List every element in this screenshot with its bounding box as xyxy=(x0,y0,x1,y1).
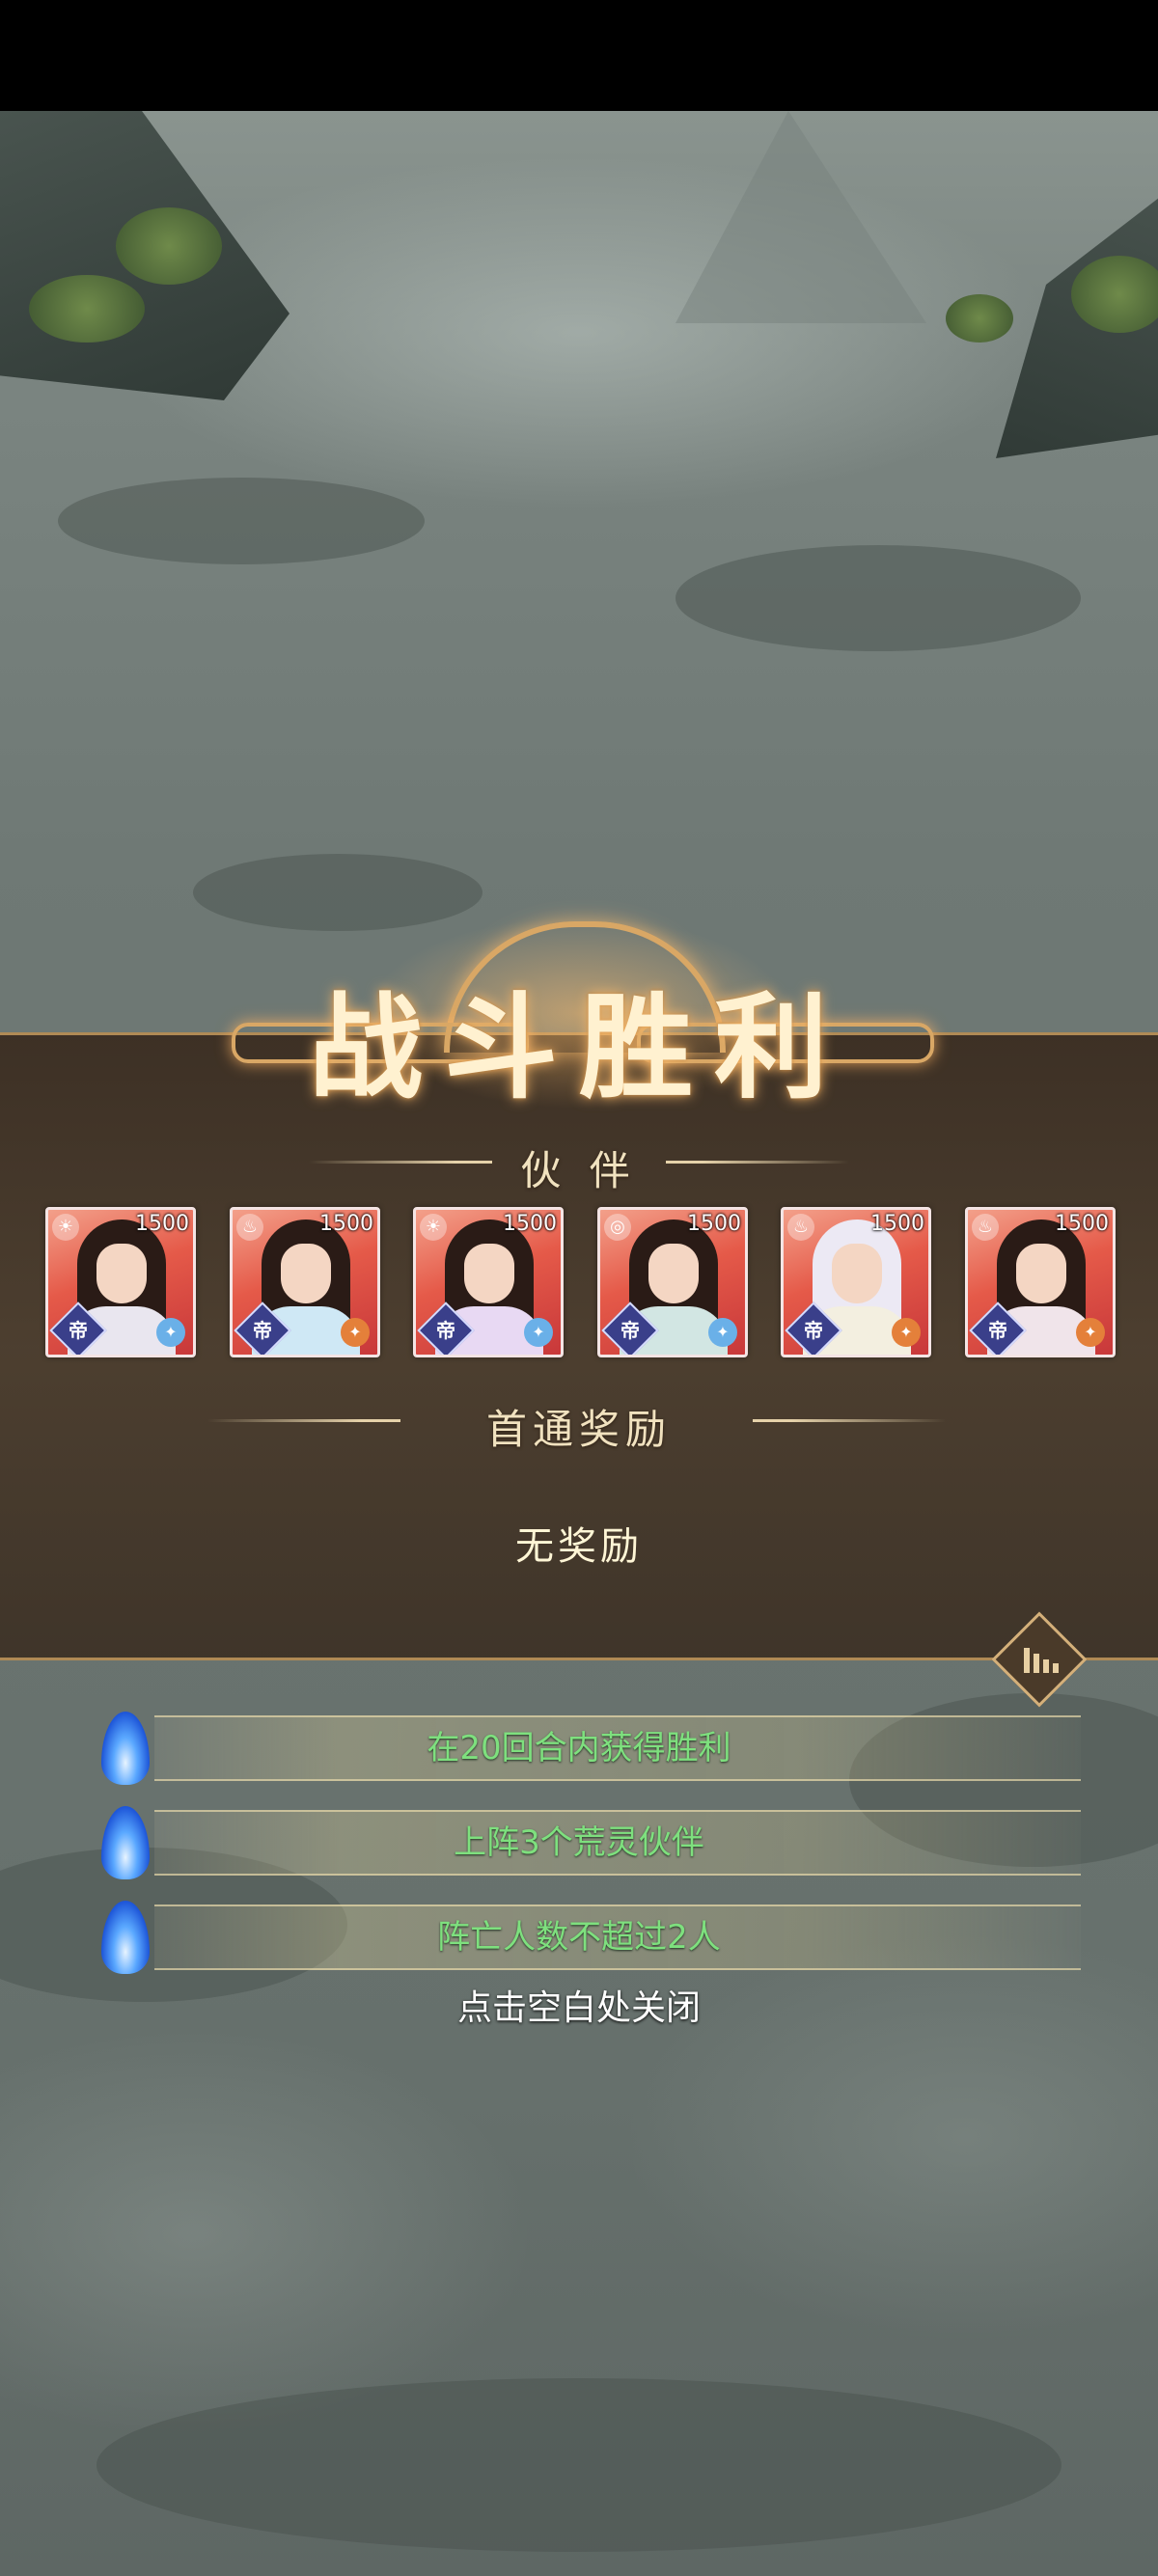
first-clear-heading: 首通奖励 xyxy=(485,1406,672,1453)
star-icon: ✦ xyxy=(524,1318,553,1347)
rock xyxy=(676,545,1081,651)
star-icon: ✦ xyxy=(892,1318,921,1347)
fire-icon: ♨ xyxy=(972,1214,999,1241)
rock xyxy=(96,2378,1062,2552)
portrait-face xyxy=(1016,1244,1066,1303)
victory-title: 战斗胜利 xyxy=(308,980,849,1114)
partner-card[interactable]: ♨ 1500 帝 ✦ xyxy=(965,1207,1116,1357)
power-value: 1500 xyxy=(319,1212,373,1236)
rank-label: 帝 xyxy=(253,1319,272,1342)
portrait-face xyxy=(464,1244,514,1303)
star-condition: 阵亡人数不超过2人 xyxy=(101,1901,1081,1974)
portrait-face xyxy=(281,1244,331,1303)
rank-label: 帝 xyxy=(804,1319,823,1342)
sun-icon: ☀ xyxy=(420,1214,447,1241)
rank-label: 帝 xyxy=(69,1319,88,1342)
star-icon: ✦ xyxy=(341,1318,370,1347)
rank-label: 帝 xyxy=(620,1319,640,1342)
rank-label: 帝 xyxy=(988,1319,1007,1342)
tree xyxy=(116,207,222,285)
partners-heading: 伙 伴 xyxy=(520,1147,638,1194)
star-icon: ✦ xyxy=(1076,1318,1105,1347)
rank-label: 帝 xyxy=(436,1319,455,1342)
star-icon: ✦ xyxy=(156,1318,185,1347)
power-value: 1500 xyxy=(1055,1212,1109,1236)
portrait-face xyxy=(832,1244,882,1303)
power-value: 1500 xyxy=(135,1212,189,1236)
partner-card-list: ☀ 1500 帝 ✦ ♨ 1500 帝 ✦ ☀ 1500 帝 ✦ ◎ 1500 … xyxy=(45,1207,1117,1357)
wind-icon: ◎ xyxy=(604,1214,631,1241)
tree xyxy=(1071,256,1158,333)
sun-icon: ☀ xyxy=(52,1214,79,1241)
condition-text: 阵亡人数不超过2人 xyxy=(437,1918,721,1957)
status-bar xyxy=(0,0,1158,111)
fire-icon: ♨ xyxy=(236,1214,263,1241)
star-condition: 在20回合内获得胜利 xyxy=(101,1712,1081,1785)
bar-chart-icon xyxy=(1020,1640,1059,1679)
portrait-face xyxy=(96,1244,147,1303)
star-condition: 上阵3个荒灵伙伴 xyxy=(101,1806,1081,1879)
partner-card[interactable]: ☀ 1500 帝 ✦ xyxy=(413,1207,564,1357)
condition-text: 上阵3个荒灵伙伴 xyxy=(454,1823,704,1862)
tree xyxy=(946,294,1013,343)
no-reward-text: 无奖励 xyxy=(515,1524,643,1569)
portrait-face xyxy=(648,1244,699,1303)
partner-card[interactable]: ◎ 1500 帝 ✦ xyxy=(597,1207,748,1357)
background-mountain xyxy=(676,111,926,323)
rock xyxy=(58,478,425,564)
power-value: 1500 xyxy=(870,1212,924,1236)
partner-card[interactable]: ♨ 1500 帝 ✦ xyxy=(781,1207,931,1357)
partner-card[interactable]: ☀ 1500 帝 ✦ xyxy=(45,1207,196,1357)
fire-icon: ♨ xyxy=(787,1214,814,1241)
tree xyxy=(29,275,145,343)
star-icon: ✦ xyxy=(708,1318,737,1347)
partner-card[interactable]: ♨ 1500 帝 ✦ xyxy=(230,1207,380,1357)
condition-text: 在20回合内获得胜利 xyxy=(427,1729,731,1768)
power-value: 1500 xyxy=(687,1212,741,1236)
close-hint: 点击空白处关闭 xyxy=(456,1988,701,2028)
power-value: 1500 xyxy=(503,1212,557,1236)
